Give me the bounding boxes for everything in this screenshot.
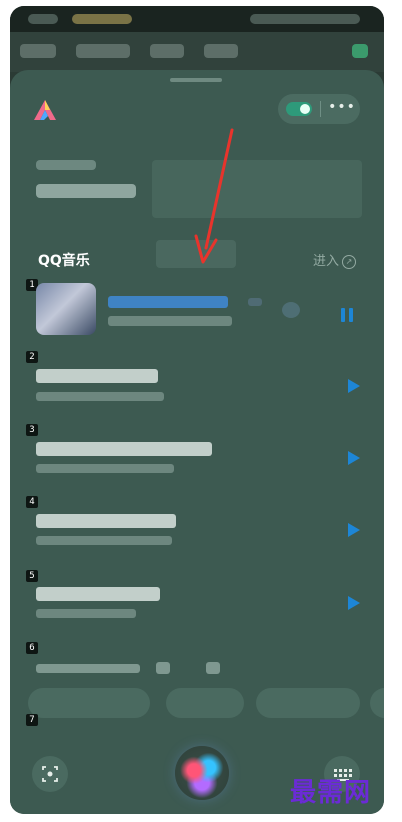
album-cover[interactable] xyxy=(36,283,96,335)
thumbs-up-icon[interactable] xyxy=(156,662,170,674)
thumbs-down-icon[interactable] xyxy=(206,662,220,674)
status-time-blurred xyxy=(28,14,58,24)
track-subtitle-blurred xyxy=(36,536,172,545)
status-bar xyxy=(10,6,384,32)
track-title-blurred[interactable] xyxy=(36,587,160,601)
suggestion-chip[interactable] xyxy=(370,688,384,718)
track-rank: 4 xyxy=(26,496,38,508)
track-title-blurred[interactable] xyxy=(36,514,176,528)
arrow-up-right-circle-icon: ↗ xyxy=(342,254,356,269)
status-right-blurred xyxy=(250,14,360,24)
background-app-tabs xyxy=(10,32,384,72)
play-icon[interactable] xyxy=(348,451,360,465)
enter-link[interactable]: 进入 ↗ xyxy=(313,250,356,269)
track-title-blurred[interactable] xyxy=(36,369,158,383)
track-subtitle-blurred xyxy=(108,316,232,326)
track-rank: 7 xyxy=(26,714,38,726)
query-preview-blurred xyxy=(152,160,362,218)
mode-toggle-icon[interactable] xyxy=(286,102,312,116)
pause-icon[interactable] xyxy=(341,308,354,322)
track-rank: 2 xyxy=(26,351,38,363)
drag-handle[interactable] xyxy=(170,78,222,82)
track-rank: 5 xyxy=(26,570,38,582)
screen-scan-icon xyxy=(42,766,58,782)
suggestion-chip[interactable] xyxy=(166,688,244,718)
track-subtitle-blurred xyxy=(36,464,174,473)
track-rank: 6 xyxy=(26,642,38,654)
feedback-question-blurred xyxy=(36,664,140,673)
more-icon[interactable]: ••• xyxy=(328,98,356,120)
screen-scan-button[interactable] xyxy=(32,756,68,792)
phone-screen: ••• QQ音乐 进入 ↗ 1 2 3 4 5 6 7 xyxy=(10,6,384,814)
suggestion-chip[interactable] xyxy=(28,688,150,718)
divider xyxy=(320,101,321,117)
play-icon[interactable] xyxy=(348,523,360,537)
assistant-logo-icon xyxy=(34,100,56,120)
track-subtitle-blurred xyxy=(36,392,164,401)
query-hint-blurred xyxy=(36,160,96,170)
suggestion-chip[interactable] xyxy=(256,688,360,718)
track-title-blurred[interactable] xyxy=(108,296,228,308)
track-subtitle-blurred xyxy=(36,609,136,618)
assistant-panel: ••• QQ音乐 进入 ↗ 1 2 3 4 5 6 7 xyxy=(10,70,384,814)
query-text-blurred xyxy=(36,184,136,198)
track-extra-blurred xyxy=(248,298,262,306)
play-icon[interactable] xyxy=(348,596,360,610)
preview-pill-blurred xyxy=(156,240,236,268)
music-card-title: QQ音乐 xyxy=(38,253,90,269)
status-icons-blurred xyxy=(72,14,132,24)
track-title-blurred[interactable] xyxy=(36,442,212,456)
track-rank: 3 xyxy=(26,424,38,436)
siri-orb-icon[interactable] xyxy=(175,746,229,800)
watermark: 最需网 xyxy=(290,778,372,808)
enter-label: 进入 xyxy=(312,254,339,269)
play-icon[interactable] xyxy=(348,379,360,393)
header-controls: ••• xyxy=(278,94,360,124)
track-action-blurred[interactable] xyxy=(282,302,300,318)
